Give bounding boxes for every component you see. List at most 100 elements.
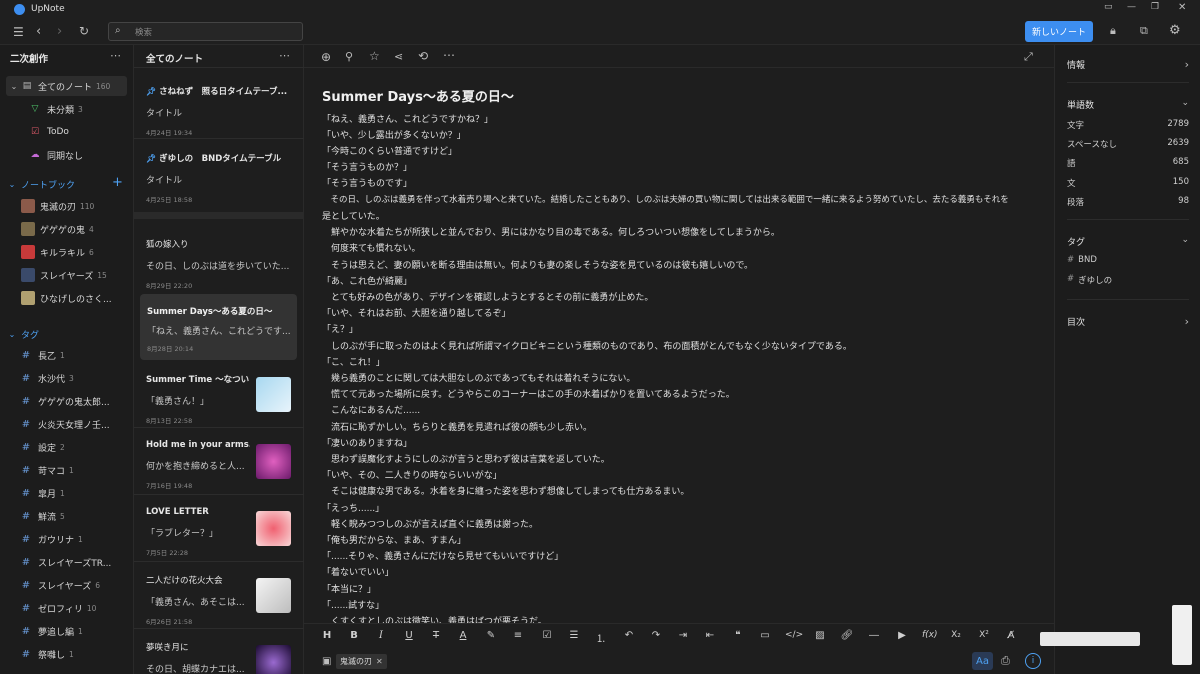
tag-item[interactable]: # スレイヤーズTR... xyxy=(0,552,134,572)
minimize-icon[interactable]: — xyxy=(1127,2,1136,12)
note-item[interactable]: Summer Time 〜なつい... 「義勇さん！」 8月13日 22:58 xyxy=(140,373,297,425)
notebook-chip[interactable]: 鬼滅の刃 ✕ xyxy=(336,654,387,669)
math-icon[interactable]: f(x) xyxy=(922,630,938,644)
forward-icon[interactable]: › xyxy=(57,24,62,39)
video-icon[interactable]: ▶ xyxy=(895,630,909,644)
outdent-icon[interactable]: ⇤ xyxy=(703,630,717,644)
divider-line-icon[interactable]: ― xyxy=(867,630,881,644)
tags-header[interactable]: タグ ⌄ xyxy=(1067,235,1189,248)
info-header[interactable]: 情報 › xyxy=(1067,58,1189,71)
align-icon[interactable]: ≡ xyxy=(511,630,525,644)
restore-icon[interactable]: ❐ xyxy=(1151,2,1159,12)
note-item[interactable]: 狐の嫁入り その日、しのぶは道を歩いていた... 8月29日 22:20 xyxy=(140,238,297,290)
tag-item[interactable]: # 水沙代 3 xyxy=(0,368,134,388)
tag-item[interactable]: # 長乙 1 xyxy=(0,345,134,365)
link-icon[interactable]: 🔗︎ xyxy=(840,630,854,644)
tag-item[interactable]: # 祭囃し 1 xyxy=(0,644,134,664)
strikethrough-icon[interactable]: T xyxy=(429,630,443,644)
checkbox-icon[interactable]: ☑ xyxy=(540,630,554,644)
star-icon[interactable]: ☆ xyxy=(369,49,380,63)
add-circle-icon[interactable]: ⊕ xyxy=(321,50,331,64)
note-item[interactable]: 夢咲き月に その日、胡蝶カナエは... xyxy=(140,641,297,674)
add-notebook-icon[interactable]: + xyxy=(112,175,123,190)
notebook-item[interactable]: ひなげしのさく... xyxy=(0,288,134,308)
tag-item[interactable]: # スレイヤーズ 6 xyxy=(0,575,134,595)
new-note-button[interactable]: 新しいノート xyxy=(1025,21,1093,42)
subscript-icon[interactable]: X₂ xyxy=(949,630,963,644)
notebook-item[interactable]: キルラキル 6 xyxy=(0,242,134,262)
note-item[interactable]: Hold me in your arms... 何かを抱き締めると人... 7月… xyxy=(140,440,297,490)
heading-icon[interactable]: H xyxy=(320,630,334,644)
text-color-icon[interactable]: A xyxy=(456,630,470,644)
sidebar-item-todo[interactable]: ☑ ToDo xyxy=(0,122,134,142)
word-count-header[interactable]: 単語数 ⌄ xyxy=(1067,98,1189,111)
image-icon[interactable]: ▨ xyxy=(813,630,827,644)
info-icon[interactable]: i xyxy=(1025,653,1041,669)
note-item[interactable]: LOVE LETTER 「ラブレター？」 7月5日 22:28 xyxy=(140,507,297,557)
close-icon[interactable]: ✕ xyxy=(1178,2,1186,13)
bullet-list-icon[interactable]: ☰ xyxy=(567,630,581,644)
tag-item[interactable]: # 鮮流 5 xyxy=(0,506,134,526)
sidebar-item-uncategorized[interactable]: ▽ 未分類 3 xyxy=(0,99,134,119)
note-tag[interactable]: # BND xyxy=(1067,255,1189,265)
font-style-button[interactable]: Aa xyxy=(972,652,993,670)
refresh-icon[interactable]: ↻ xyxy=(79,24,89,38)
indent-icon[interactable]: ⇥ xyxy=(676,630,690,644)
history-icon[interactable]: ⟲ xyxy=(418,49,428,63)
menu-icon[interactable]: ☰ xyxy=(13,25,24,39)
bold-icon[interactable]: B xyxy=(347,630,361,644)
search-box[interactable]: ⌕ 検索 xyxy=(108,22,303,41)
ime-toolbar[interactable] xyxy=(1040,632,1140,646)
undo-icon[interactable]: ↶ xyxy=(622,630,636,644)
sidebar-item-no-sync[interactable]: ☁ 同期なし xyxy=(0,145,134,165)
notebook-item[interactable]: ゲゲゲの鬼 4 xyxy=(0,219,134,239)
pin-icon[interactable]: ⚲ xyxy=(345,50,353,63)
notebook-item[interactable]: スレイヤーズ 15 xyxy=(0,265,134,285)
tag-item[interactable]: # 苛マコ 1 xyxy=(0,460,134,480)
note-item-selected[interactable]: Summer Days〜ある夏の日〜 「ねえ、義勇さん、これどうです... 8月… xyxy=(140,294,297,360)
lock-icon[interactable]: 🔒︎ xyxy=(1110,24,1116,38)
quote-icon[interactable]: ❝ xyxy=(731,630,745,644)
tag-item[interactable]: # 皐月 1 xyxy=(0,483,134,503)
note-tag[interactable]: # ぎゆしの xyxy=(1067,274,1189,286)
tags-section-header[interactable]: ⌄ タグ xyxy=(0,325,134,343)
note-list-more-icon[interactable]: ⋯ xyxy=(279,49,290,62)
body-line: とても好みの色があり、デザインを確認しようとするとその前に義勇が止めた。 xyxy=(322,293,654,303)
print-icon[interactable]: ⎙ xyxy=(1001,654,1010,668)
body-line: 「今時このくらい普通ですけど」 xyxy=(322,147,458,157)
clear-format-icon[interactable]: A̸ xyxy=(1004,630,1018,644)
settings-gear-icon[interactable]: ⚙ xyxy=(1169,23,1181,38)
note-title[interactable]: Summer Days〜ある夏の日〜 xyxy=(322,86,514,105)
note-item-pinned[interactable]: 📌︎ ぎゆしの BNDタイムテーブル タイトル 4月25日 18:58 xyxy=(140,152,297,204)
expand-icon[interactable]: ⤢ xyxy=(1024,50,1033,64)
share-icon[interactable]: ⋖ xyxy=(394,50,403,63)
tag-item[interactable]: # ゲゲゲの鬼太郎... xyxy=(0,391,134,411)
embed-icon[interactable]: ▭ xyxy=(758,630,772,644)
tag-item[interactable]: # 設定 2 xyxy=(0,437,134,457)
tag-item[interactable]: # ゼロフィリ 10 xyxy=(0,598,134,618)
tag-item[interactable]: # 夢追し編 1 xyxy=(0,621,134,641)
back-icon[interactable]: ‹ xyxy=(36,24,41,39)
notebook-item[interactable]: 鬼滅の刃 110 xyxy=(0,196,134,216)
window-icon[interactable]: ⧉ xyxy=(1140,24,1148,38)
stat-row: 文字 2789 xyxy=(1067,119,1189,131)
tag-item[interactable]: # ガウリナ 1 xyxy=(0,529,134,549)
toc-header[interactable]: 目次 › xyxy=(1067,315,1189,328)
note-item-pinned[interactable]: 📌︎ さねねず 照る日タイムテーブ... タイトル 4月24日 19:34 xyxy=(140,85,297,137)
tag-item[interactable]: # 火炎天女理ノ壬... xyxy=(0,414,134,434)
more-icon[interactable]: ⋯ xyxy=(443,48,455,62)
sidebar-item-all-notes[interactable]: ⌄ ▤ 全てのノート 160 xyxy=(6,76,127,96)
note-item[interactable]: 二人だけの花火大会 「義勇さん、あそこは... 6月26日 21:58 xyxy=(140,574,297,626)
superscript-icon[interactable]: X² xyxy=(977,630,991,644)
redo-icon[interactable]: ↷ xyxy=(649,630,663,644)
numbered-list-icon[interactable]: ⒈ xyxy=(594,630,608,645)
sidebar-more-icon[interactable]: ⋯ xyxy=(110,49,121,62)
underline-icon[interactable]: U xyxy=(402,630,416,644)
close-icon[interactable]: ✕ xyxy=(376,657,383,666)
tray-widget[interactable] xyxy=(1172,605,1192,665)
highlight-icon[interactable]: ✎ xyxy=(484,630,498,644)
window-menu-icon[interactable]: ▭ xyxy=(1104,2,1113,12)
notebook-count: 6 xyxy=(89,247,94,257)
code-icon[interactable]: </> xyxy=(785,630,803,644)
italic-icon[interactable]: I xyxy=(374,630,388,644)
